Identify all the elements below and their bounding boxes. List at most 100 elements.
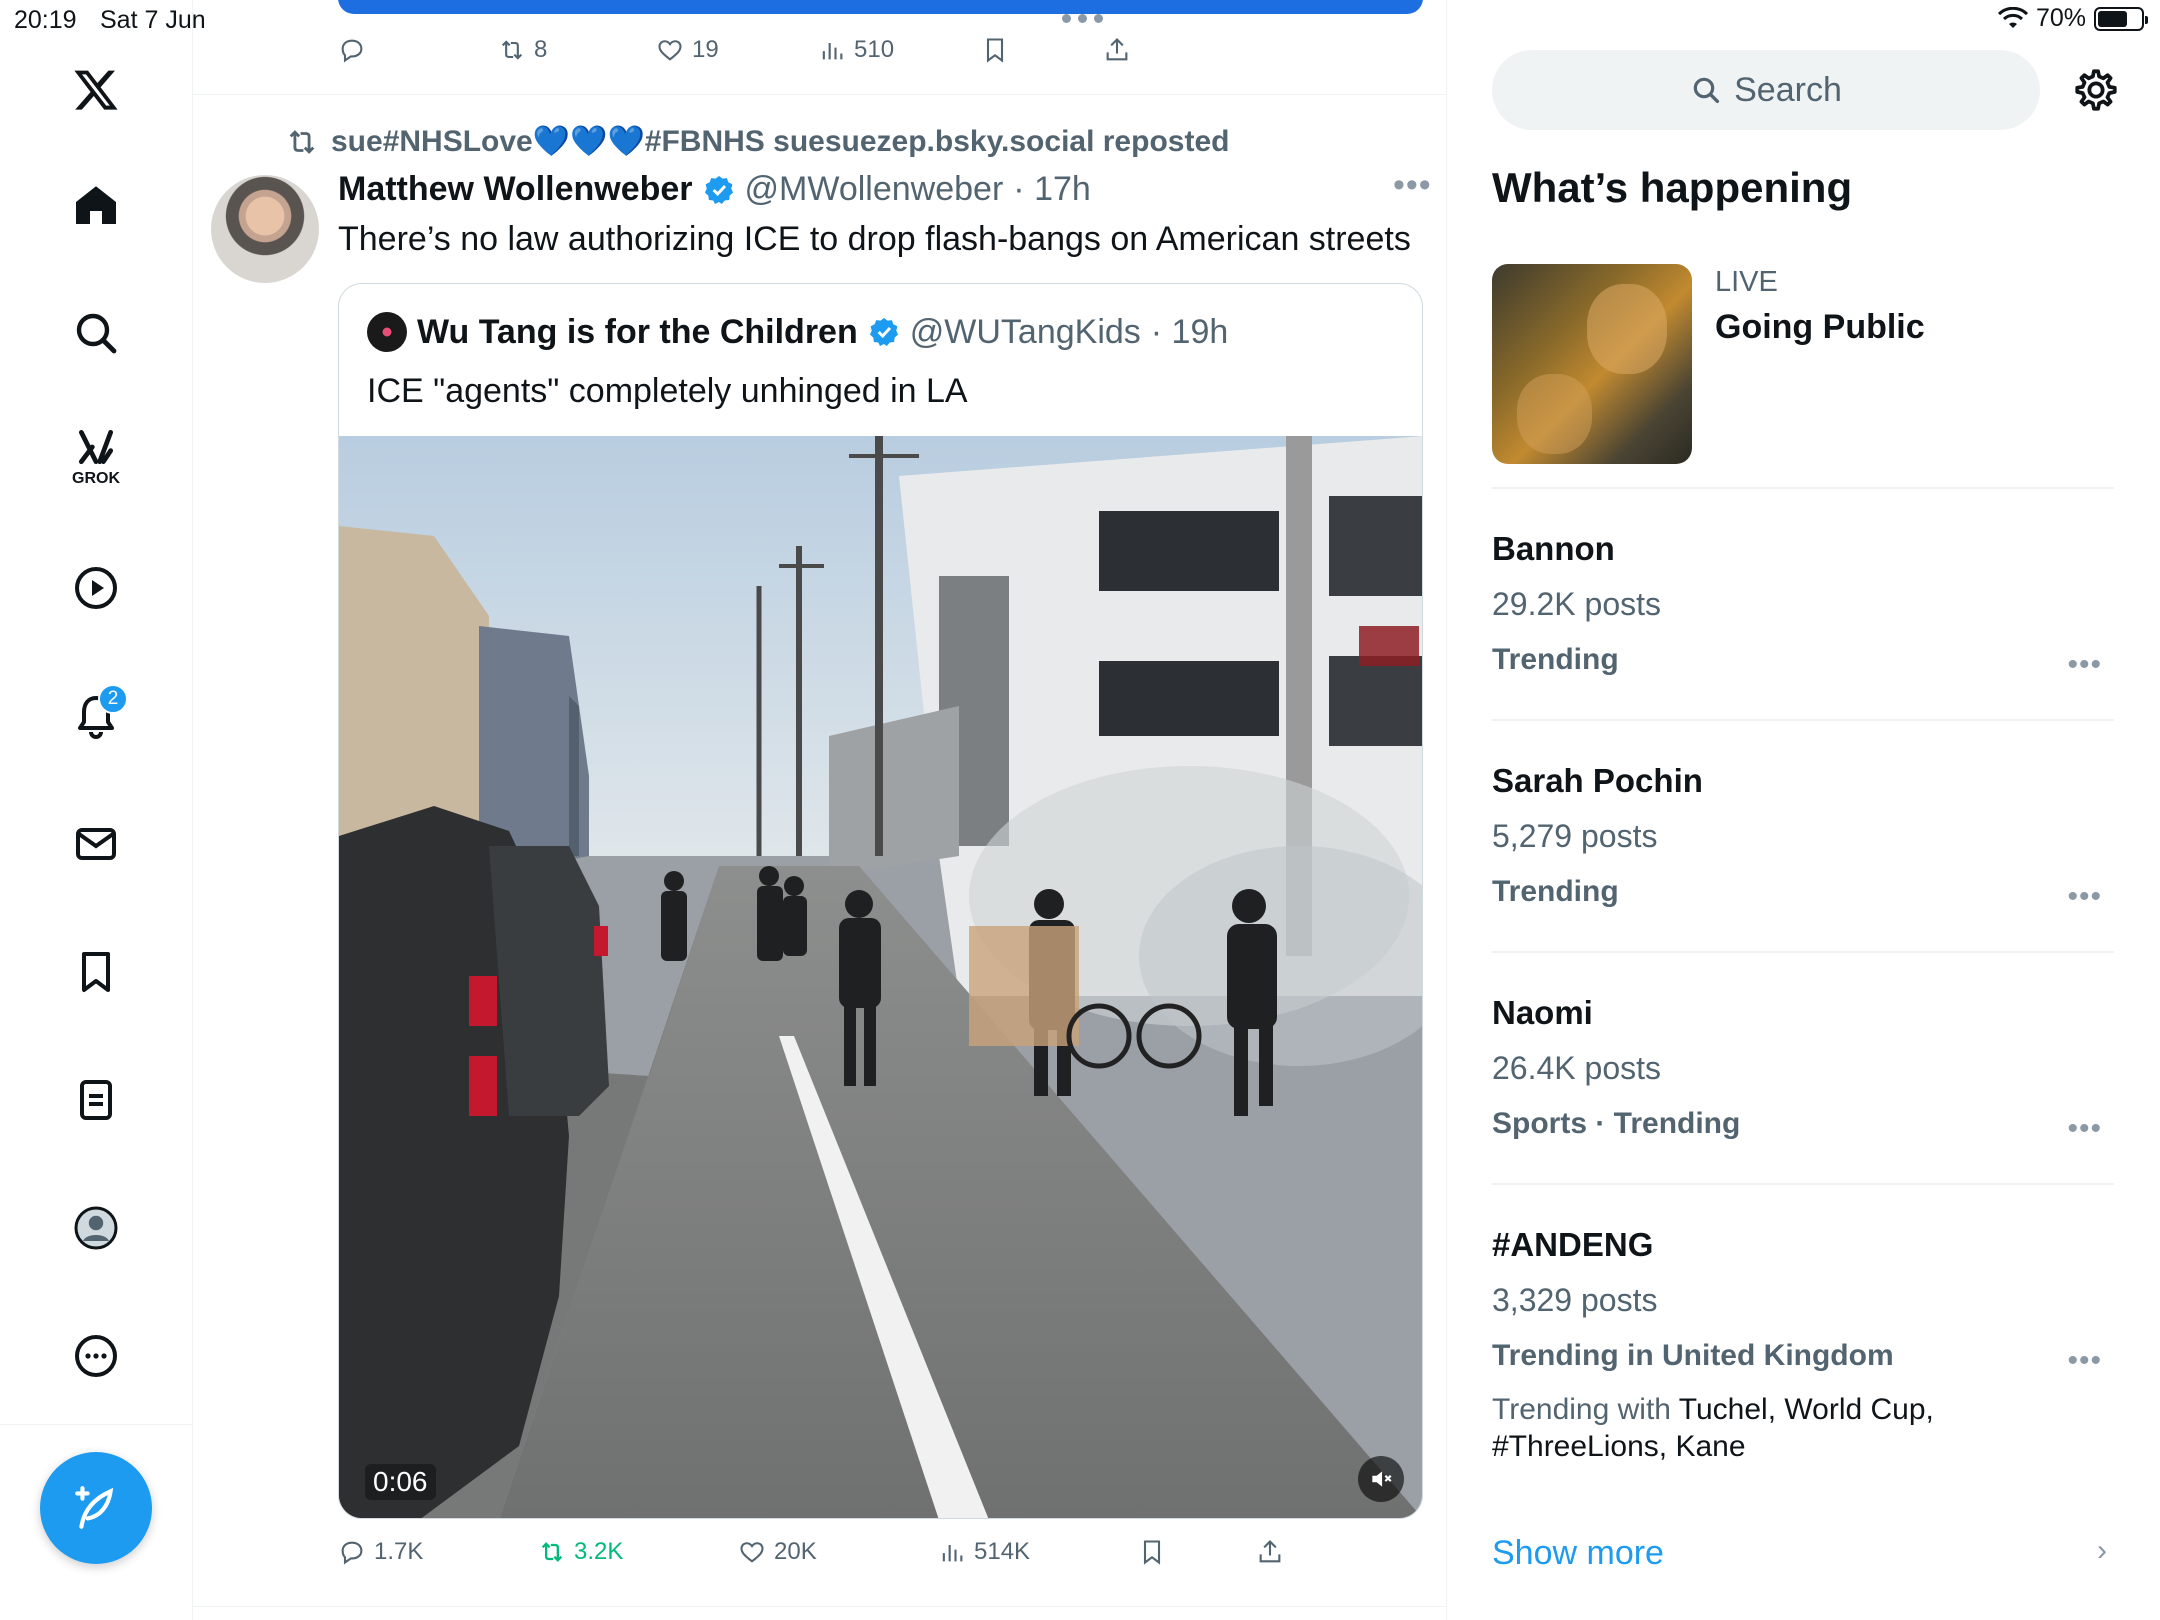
post-time[interactable]: · 17h (1013, 170, 1091, 209)
repost-count: 8 (534, 36, 548, 63)
trend-item[interactable]: Bannon 29.2K posts Trending ••• (1492, 530, 2114, 681)
quote-time: · 19h (1150, 312, 1229, 351)
repost-icon (289, 129, 315, 154)
post-text: There’s no law authorizing ICE to drop f… (338, 220, 1411, 258)
like-button[interactable]: 19 (656, 36, 719, 64)
quote-author-handle: @WUTangKids (909, 312, 1141, 351)
quote-header: Wu Tang is for the Children @WUTangKids … (367, 312, 1228, 352)
search-icon[interactable] (56, 293, 136, 373)
reply-icon (341, 1541, 363, 1565)
quote-text: ICE "agents" completely unhinged in LA (367, 372, 968, 410)
trend-category: Trending (1492, 643, 1619, 676)
author-name[interactable]: Matthew Wollenweber (338, 170, 693, 209)
heart-icon (740, 1542, 764, 1563)
left-navigation: GROK 2 (0, 0, 193, 1620)
trending-with-label: Trending with (1492, 1393, 1671, 1426)
home-icon[interactable] (56, 165, 136, 245)
trend-name: Naomi (1492, 994, 1593, 1031)
repost-indicator[interactable]: sue#NHSLove💙💙💙#FBNHS suesuezep.bsky.soci… (285, 124, 1229, 159)
gear-icon[interactable] (2071, 65, 2121, 115)
trend-posts: 29.2K posts (1492, 586, 1661, 622)
repost-button[interactable]: 8 (498, 36, 547, 64)
quote-author-name: Wu Tang is for the Children (417, 312, 858, 351)
reply-count: 1.7K (374, 1538, 424, 1565)
trend-name: #ANDENG (1492, 1226, 1654, 1263)
trend-divider (1492, 719, 2114, 721)
trend-name: Sarah Pochin (1492, 762, 1703, 799)
trend-more-icon[interactable]: ••• (2067, 1344, 2102, 1378)
share-button[interactable] (1103, 36, 1131, 64)
verified-badge-icon (869, 318, 898, 346)
views-icon (822, 43, 843, 60)
trend-divider (1492, 487, 2114, 489)
share-icon (1106, 38, 1128, 61)
reposted-by-text: sue#NHSLove💙💙💙#FBNHS suesuezep.bsky.soci… (331, 125, 1230, 158)
trend-item[interactable]: #ANDENG 3,329 posts Trending in United K… (1492, 1226, 2114, 1465)
previous-post-actions: 8 19 510 (338, 36, 1423, 68)
repost-icon (541, 1542, 563, 1562)
mute-button[interactable] (1358, 1456, 1404, 1502)
share-button[interactable] (1256, 1538, 1284, 1566)
live-title[interactable]: Going Public (1715, 308, 1925, 347)
nav-divider (0, 1424, 193, 1425)
trend-divider (1492, 1183, 2114, 1185)
heart-icon (658, 40, 682, 61)
list-icon[interactable] (56, 1060, 136, 1140)
search-icon (1693, 77, 1720, 104)
live-label: LIVE (1715, 266, 1778, 298)
post-divider (193, 94, 1446, 95)
trend-item[interactable]: Naomi 26.4K posts Sports · Trending ••• (1492, 994, 2114, 1145)
timeline[interactable]: 8 19 510 sue#NHSLove💙💙💙#FBNHS suesuezep.… (193, 0, 1447, 1620)
video-timestamp: 0:06 (365, 1464, 436, 1500)
trend-more-icon[interactable]: ••• (2067, 880, 2102, 914)
trend-category: Sports · Trending (1492, 1107, 1741, 1140)
live-thumbnail[interactable] (1492, 264, 1692, 464)
author-handle[interactable]: @MWollenweber (745, 170, 1004, 209)
chevron-right-icon[interactable]: › (2097, 1534, 2107, 1568)
share-icon (1259, 1540, 1281, 1563)
views-button[interactable]: 514K (938, 1538, 1030, 1566)
views-icon (942, 1545, 963, 1562)
trend-divider (1492, 951, 2114, 953)
video-player[interactable]: 0:06 (339, 436, 1422, 1518)
compose-icon (75, 1486, 114, 1529)
compose-button[interactable] (40, 1452, 152, 1564)
repost-button[interactable]: 3.2K (538, 1538, 623, 1566)
grok-label: GROK (72, 470, 120, 487)
post-divider (193, 1606, 1446, 1607)
right-sidebar: Search What’s happening LIVE Going Publi… (1447, 0, 2160, 1620)
more-icon[interactable] (56, 1316, 136, 1396)
verified-badge-icon (704, 175, 733, 204)
trending-with: Trending with Tuchel, World Cup, #ThreeL… (1492, 1391, 2114, 1465)
trend-posts: 5,279 posts (1492, 818, 1658, 854)
trend-name: Bannon (1492, 530, 1615, 567)
trend-more-icon[interactable]: ••• (2067, 1112, 2102, 1146)
quote-avatar (367, 312, 407, 352)
reply-icon (341, 39, 363, 63)
bookmark-button[interactable] (981, 36, 1009, 64)
like-button[interactable]: 20K (738, 1538, 817, 1566)
post-more-icon[interactable]: ••• (1393, 166, 1432, 205)
notifications-bell-icon[interactable]: 2 (56, 676, 136, 756)
mail-icon[interactable] (56, 804, 136, 884)
quoted-post[interactable]: Wu Tang is for the Children @WUTangKids … (338, 283, 1423, 1519)
post-actions: 1.7K 3.2K 20K 514K (338, 1538, 1423, 1570)
views-count: 510 (854, 36, 895, 63)
bookmark-icon[interactable] (56, 932, 136, 1012)
search-input[interactable]: Search (1492, 50, 2040, 130)
reply-button[interactable] (338, 36, 374, 64)
bookmark-button[interactable] (1138, 1538, 1166, 1566)
grok-icon[interactable]: GROK (56, 418, 136, 498)
video-frame (339, 436, 1422, 1518)
notifications-badge: 2 (98, 684, 128, 714)
x-logo-icon[interactable] (56, 50, 136, 130)
show-more-link[interactable]: Show more (1492, 1534, 1664, 1573)
trend-more-icon[interactable]: ••• (2067, 648, 2102, 682)
trend-item[interactable]: Sarah Pochin 5,279 posts Trending ••• (1492, 762, 2114, 913)
views-button[interactable]: 510 (818, 36, 894, 64)
reply-button[interactable]: 1.7K (338, 1538, 423, 1566)
previous-post-media[interactable] (338, 0, 1423, 14)
video-icon[interactable] (56, 548, 136, 628)
author-avatar[interactable] (211, 175, 319, 283)
profile-icon[interactable] (56, 1188, 136, 1268)
